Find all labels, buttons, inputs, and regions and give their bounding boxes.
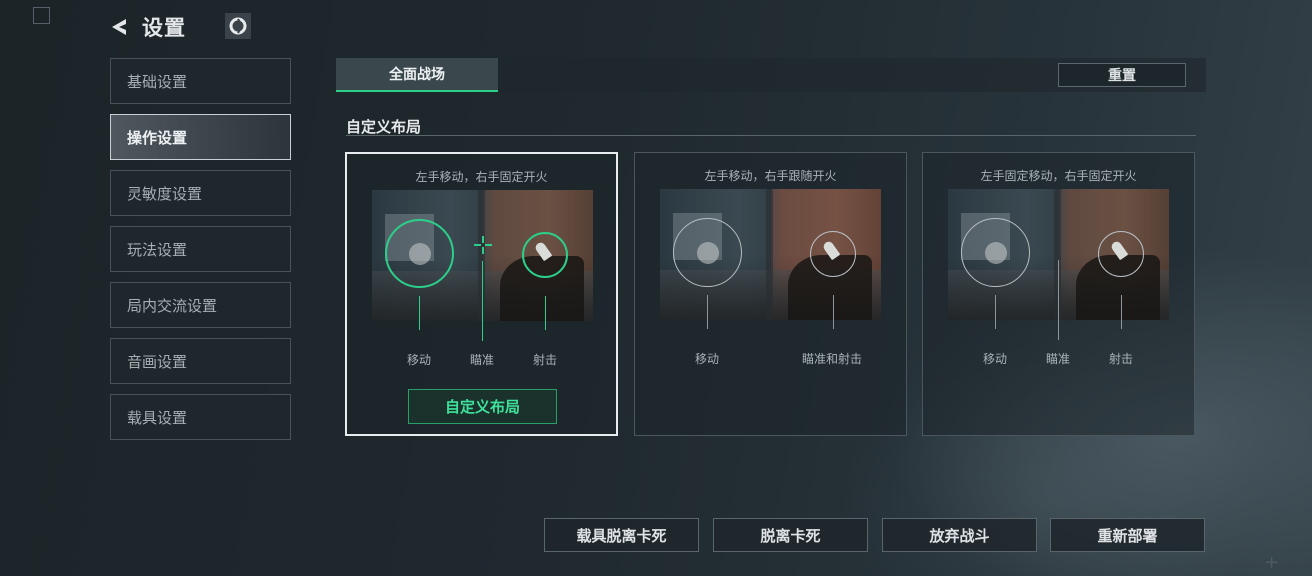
sidebar-item-sensitivity[interactable]: 灵敏度设置 bbox=[110, 170, 291, 216]
label-shoot: 射击 bbox=[1109, 352, 1134, 366]
abandon-battle-button[interactable]: 放弃战斗 bbox=[882, 518, 1037, 552]
custom-layout-button[interactable]: 自定义布局 bbox=[408, 389, 557, 424]
layout-preview-image bbox=[660, 189, 881, 320]
layout-card-fixed-fire[interactable]: 左手移动，右手固定开火 移动 瞄准 射击 自定义布局 bbox=[345, 152, 618, 436]
reset-button[interactable]: 重置 bbox=[1058, 63, 1186, 87]
crosshair-icon bbox=[474, 236, 492, 254]
sidebar-item-controls[interactable]: 操作设置 bbox=[110, 114, 291, 160]
section-divider bbox=[346, 135, 1196, 136]
header: 设置 bbox=[108, 12, 186, 42]
sidebar-item-gameplay[interactable]: 玩法设置 bbox=[110, 226, 291, 272]
sidebar-item-label: 操作设置 bbox=[127, 128, 188, 147]
joystick-knob bbox=[409, 243, 431, 265]
game-logo-icon bbox=[225, 13, 251, 39]
unstuck-button[interactable]: 脱离卡死 bbox=[713, 518, 868, 552]
sidebar: 基础设置 操作设置 灵敏度设置 玩法设置 局内交流设置 音画设置 载具设置 bbox=[110, 58, 291, 450]
sidebar-item-label: 基础设置 bbox=[127, 72, 188, 91]
corner-checkbox bbox=[33, 7, 50, 24]
label-move: 移动 bbox=[983, 352, 1008, 366]
label-aim: 瞄准 bbox=[1046, 352, 1071, 366]
joystick-knob bbox=[985, 242, 1007, 264]
sidebar-item-audio-video[interactable]: 音画设置 bbox=[110, 338, 291, 384]
plus-icon: + bbox=[1264, 552, 1280, 573]
layout-card-follow-fire[interactable]: 左手移动，右手跟随开火 移动 瞄准和射击 bbox=[634, 152, 907, 436]
layout-card-fixed-move-fixed-fire[interactable]: 左手固定移动，右手固定开火 移动 瞄准 射击 bbox=[922, 152, 1195, 436]
mode-tabbar: 全面战场 重置 bbox=[336, 58, 1206, 92]
label-aim-and-shoot: 瞄准和射击 bbox=[802, 352, 863, 366]
sidebar-item-label: 灵敏度设置 bbox=[127, 184, 203, 203]
sidebar-item-label: 局内交流设置 bbox=[127, 296, 218, 315]
back-arrow-icon[interactable] bbox=[108, 16, 130, 38]
sidebar-item-label: 音画设置 bbox=[127, 352, 188, 371]
sidebar-item-label: 载具设置 bbox=[127, 408, 188, 427]
vehicle-unstuck-button[interactable]: 载具脱离卡死 bbox=[544, 518, 699, 552]
layout-caption: 左手移动，右手固定开火 bbox=[415, 170, 548, 184]
section-title: 自定义布局 bbox=[346, 118, 422, 136]
sidebar-item-label: 玩法设置 bbox=[127, 240, 188, 259]
sidebar-item-communication[interactable]: 局内交流设置 bbox=[110, 282, 291, 328]
label-aim: 瞄准 bbox=[470, 353, 495, 367]
layout-caption: 左手移动，右手跟随开火 bbox=[704, 169, 837, 183]
layout-caption: 左手固定移动，右手固定开火 bbox=[980, 169, 1137, 183]
sidebar-item-vehicle[interactable]: 载具设置 bbox=[110, 394, 291, 440]
joystick-knob bbox=[697, 242, 719, 264]
sidebar-item-basic[interactable]: 基础设置 bbox=[110, 58, 291, 104]
label-move: 移动 bbox=[407, 353, 432, 367]
tab-full-battlefield[interactable]: 全面战场 bbox=[336, 58, 498, 92]
page-title: 设置 bbox=[142, 16, 186, 40]
label-move: 移动 bbox=[695, 352, 720, 366]
label-shoot: 射击 bbox=[533, 353, 558, 367]
redeploy-button[interactable]: 重新部署 bbox=[1050, 518, 1205, 552]
